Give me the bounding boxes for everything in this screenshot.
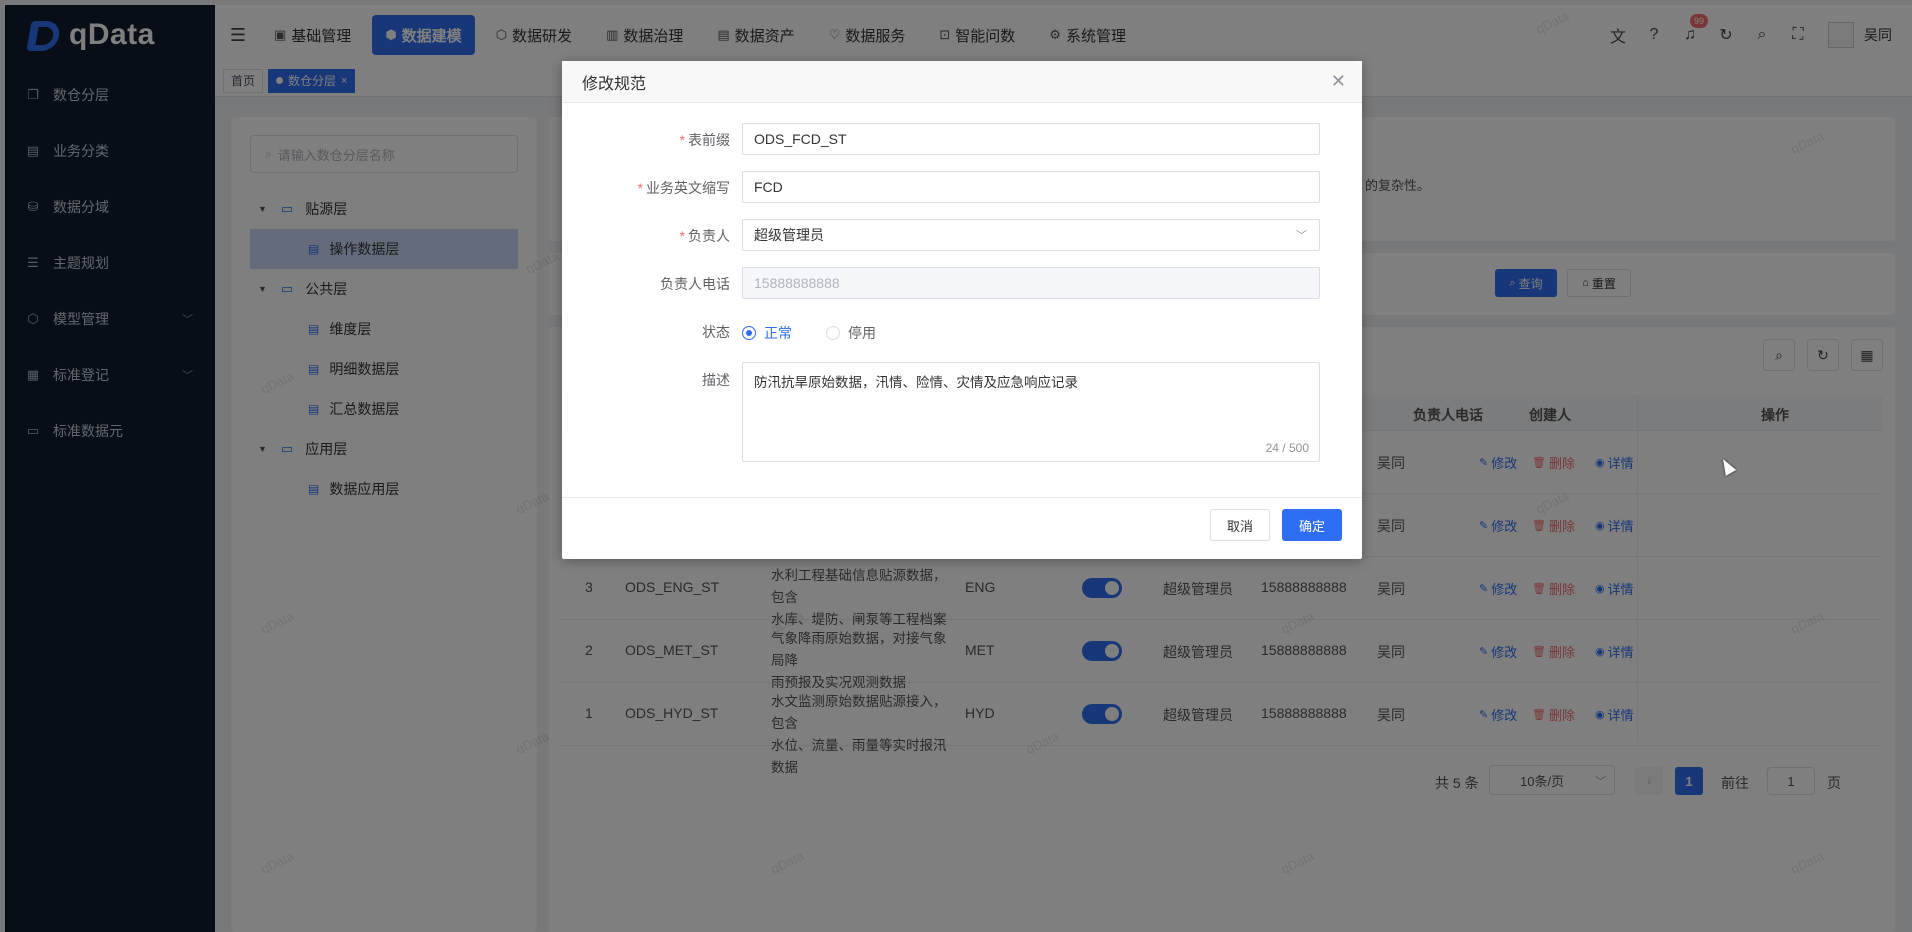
required-mark: *: [679, 228, 685, 244]
radio-icon: [742, 326, 756, 340]
close-icon[interactable]: ✕: [1331, 71, 1346, 92]
confirm-button[interactable]: 确定: [1282, 509, 1342, 541]
chevron-down-icon: ﹀: [1296, 230, 1307, 242]
form-row-status: 状态 正常 停用: [562, 315, 1362, 347]
select-value: 超级管理员: [754, 227, 824, 243]
input-value: ODS_FCD_ST: [754, 131, 847, 147]
dialog-footer-divider: [562, 497, 1362, 498]
radio-label: 正常: [764, 325, 792, 341]
radio-label: 停用: [848, 325, 876, 341]
input-value: FCD: [754, 179, 783, 195]
form-row-abbr: * 业务英文缩写 FCD: [562, 171, 1362, 203]
status-label: 状态: [702, 324, 730, 340]
dialog-title: 修改规范: [582, 75, 647, 93]
phone-input: 15888888888: [742, 267, 1320, 299]
label-text: 业务英文缩写: [646, 180, 730, 196]
description-textarea[interactable]: 防汛抗旱原始数据，汛情、险情、灾情及应急响应记录 24 / 500: [742, 362, 1320, 462]
abbr-input[interactable]: FCD: [742, 171, 1320, 203]
label-text: 表前缀: [688, 132, 730, 148]
form-row-owner: * 负责人 超级管理员 ﹀: [562, 219, 1362, 251]
owner-select[interactable]: 超级管理员 ﹀: [742, 219, 1320, 251]
desc-label: 描述: [702, 372, 730, 388]
abbr-label: * 业务英文缩写: [638, 178, 730, 198]
owner-label: * 负责人: [680, 226, 730, 246]
textarea-value: 防汛抗旱原始数据，汛情、险情、灾情及应急响应记录: [754, 375, 1078, 390]
phone-label: 负责人电话: [660, 276, 730, 292]
status-disabled-radio[interactable]: 停用: [826, 323, 876, 343]
required-mark: *: [679, 132, 685, 148]
input-value: 15888888888: [754, 275, 840, 291]
required-mark: *: [637, 180, 643, 196]
form-row-phone: 负责人电话 15888888888: [562, 267, 1362, 299]
form-row-prefix: * 表前缀 ODS_FCD_ST: [562, 123, 1362, 155]
radio-icon: [826, 326, 840, 340]
char-counter: 24 / 500: [1265, 441, 1309, 455]
status-normal-radio[interactable]: 正常: [742, 323, 792, 343]
cancel-button[interactable]: 取消: [1210, 509, 1270, 541]
edit-spec-dialog: 修改规范 ✕ * 表前缀 ODS_FCD_ST * 业务英文缩写 FCD * 负责人 …: [562, 61, 1362, 559]
label-text: 负责人: [688, 228, 730, 244]
prefix-input[interactable]: ODS_FCD_ST: [742, 123, 1320, 155]
prefix-label: * 表前缀: [680, 130, 730, 150]
dialog-header: 修改规范: [562, 61, 1362, 103]
